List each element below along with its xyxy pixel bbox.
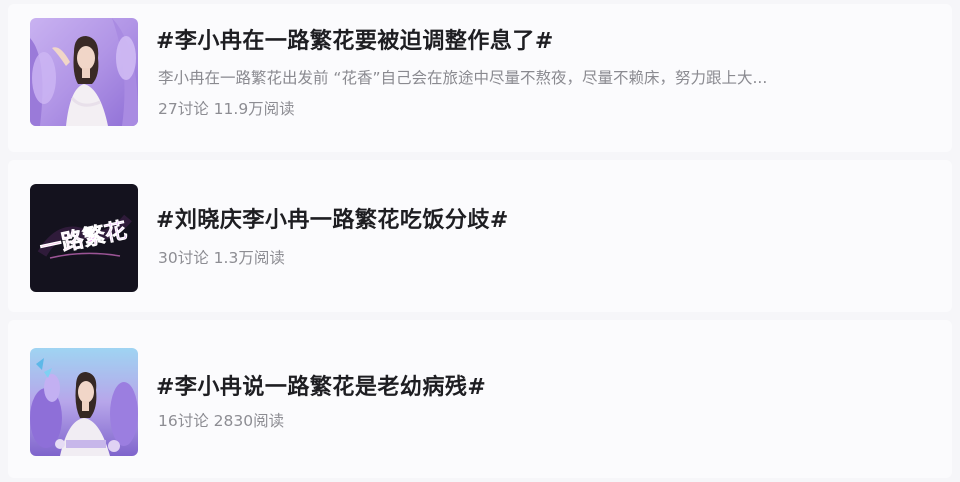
read-count: 11.9万阅读 [213,100,295,118]
topic-stats: 16讨论 2830阅读 [158,409,284,431]
topic-thumbnail[interactable] [30,348,138,456]
discussion-count: 30讨论 [158,249,209,267]
topic-title[interactable]: #李小冉在一路繁花要被迫调整作息了# [156,23,554,55]
discussion-count: 16讨论 [158,412,209,430]
topic-stats: 27讨论 11.9万阅读 [158,97,295,119]
topic-title[interactable]: #刘晓庆李小冉一路繁花吃饭分歧# [156,202,509,234]
topic-thumbnail[interactable]: 一路繁花 [30,184,138,292]
topic-stats: 30讨论 1.3万阅读 [158,246,285,268]
topic-list: #李小冉在一路繁花要被迫调整作息了# 李小冉在一路繁花出发前 “花香”自己会在旅… [0,0,960,482]
topic-card[interactable]: 一路繁花 #刘晓庆李小冉一路繁花吃饭分歧# 30讨论 1.3万阅读 [8,160,952,312]
topic-card[interactable]: #李小冉说一路繁花是老幼病残# 16讨论 2830阅读 [8,320,952,478]
topic-card[interactable]: #李小冉在一路繁花要被迫调整作息了# 李小冉在一路繁花出发前 “花香”自己会在旅… [8,4,952,152]
topic-thumbnail[interactable] [30,18,138,126]
discussion-count: 27讨论 [158,100,209,118]
topic-title[interactable]: #李小冉说一路繁花是老幼病残# [156,369,486,401]
read-count: 1.3万阅读 [213,249,285,267]
read-count: 2830阅读 [213,412,285,430]
topic-description: 李小冉在一路繁花出发前 “花香”自己会在旅途中尽量不熬夜，尽量不赖床，努力跟上大… [158,69,768,87]
